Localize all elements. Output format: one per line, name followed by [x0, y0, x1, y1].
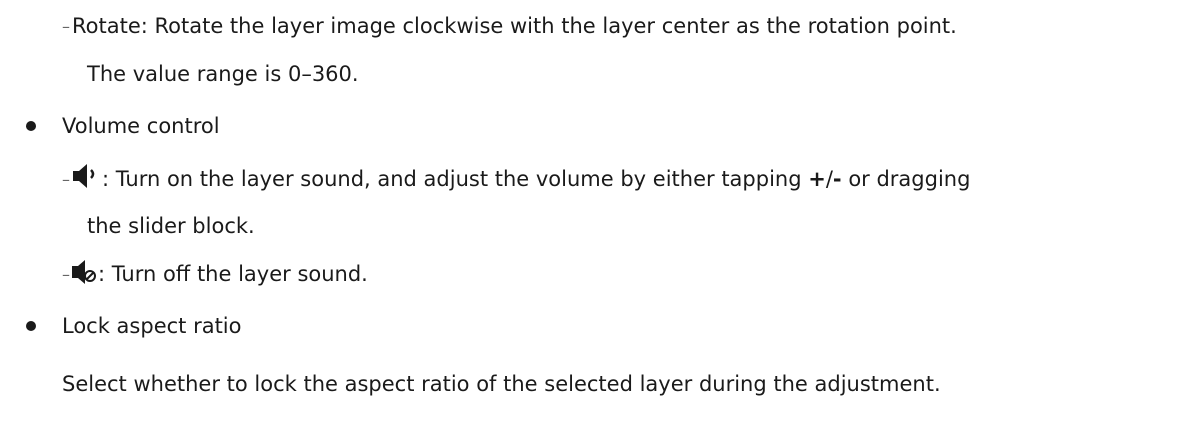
speaker-on-icon	[72, 163, 102, 189]
bullet-dot	[26, 321, 36, 331]
minus-symbol: -	[832, 167, 842, 191]
volume-on-line-2: the slider block.	[87, 214, 255, 238]
dash-marker: –	[62, 170, 70, 189]
plus-symbol: +	[808, 167, 826, 191]
lock-description: Select whether to lock the aspect ratio …	[62, 372, 941, 396]
volume-on-text: : Turn on the layer sound, and adjust th…	[102, 167, 809, 191]
slash-symbol: /	[825, 167, 833, 191]
rotate-line-2: The value range is 0–360.	[87, 62, 359, 86]
lock-heading: Lock aspect ratio	[62, 314, 242, 338]
volume-on-item: – : Turn on the layer sound, and adjust t…	[62, 163, 970, 195]
bullet-dot	[26, 121, 36, 131]
rotate-item: –Rotate: Rotate the layer image clockwis…	[62, 11, 957, 42]
rotate-line-1: Rotate: Rotate the layer image clockwise…	[72, 14, 957, 38]
dash-marker: –	[62, 265, 70, 284]
dash-marker: –	[62, 17, 70, 36]
volume-off-text: : Turn off the layer sound.	[98, 262, 368, 286]
speaker-mute-icon	[72, 260, 98, 284]
volume-off-item: – : Turn off the layer sound.	[62, 259, 368, 290]
volume-heading: Volume control	[62, 114, 220, 138]
volume-on-text-end: or dragging	[841, 167, 971, 191]
